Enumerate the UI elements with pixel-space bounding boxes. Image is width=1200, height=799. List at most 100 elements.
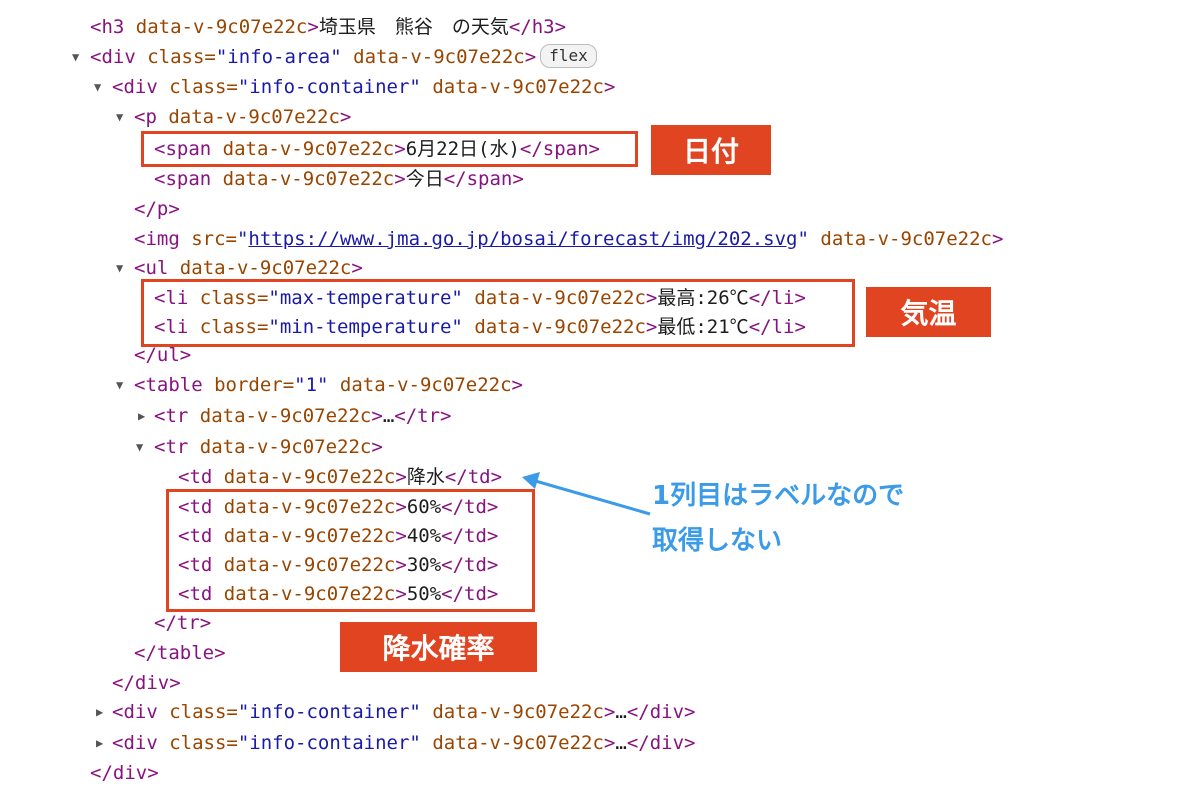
attr-value: "info-container": [237, 732, 421, 754]
attr-name: data-v-9c07e22c: [222, 168, 395, 190]
tag-end: </h3>: [508, 16, 567, 38]
dom-node-div-info-container-collapsed[interactable]: ▶ <div class="info-container" data-v-9c0…: [96, 728, 696, 758]
attr-name: data-v-9c07e22c: [808, 228, 992, 250]
arrow-head: [522, 472, 540, 489]
triangle-down-icon[interactable]: ▼: [94, 72, 101, 102]
tag-close-bracket: >: [371, 405, 383, 427]
attr-name: data-v-9c07e22c: [420, 701, 604, 723]
dom-node-div-info-container-collapsed[interactable]: ▶ <div class="info-container" data-v-9c0…: [96, 697, 696, 727]
tag-open: <span: [154, 168, 223, 190]
attr-name: data-v-9c07e22c: [420, 76, 604, 98]
dom-node-table-close[interactable]: </table>: [134, 638, 226, 668]
tag-end: </ul>: [134, 344, 192, 366]
flex-badge[interactable]: flex: [540, 44, 597, 68]
triangle-right-icon[interactable]: ▶: [96, 728, 103, 758]
attr-name: data-v-9c07e22c: [199, 405, 372, 427]
annotation-note-line2: 取得しない: [652, 526, 783, 556]
dom-node-tr-collapsed[interactable]: ▶ <tr data-v-9c07e22c>…</tr>: [138, 401, 451, 431]
tag-end: </div>: [626, 701, 696, 723]
precipitation-highlight-box: [166, 489, 535, 612]
attr-value: "info-area": [215, 46, 342, 68]
dom-node-p[interactable]: ▼ <p data-v-9c07e22c>: [116, 102, 352, 132]
date-annotation-label: 日付: [651, 125, 771, 175]
tag-open: <h3: [90, 16, 136, 38]
tag-open: <div: [112, 76, 170, 98]
tag-end: </td>: [444, 466, 503, 488]
tag-close-bracket: >: [371, 436, 383, 458]
tag-close-bracket: >: [603, 76, 616, 98]
dom-node-p-close[interactable]: </p>: [134, 194, 180, 224]
tag-open: <tr: [154, 436, 200, 458]
attr-value: "info-container": [237, 76, 421, 98]
ellipsis[interactable]: …: [615, 701, 626, 723]
dom-node-div-close[interactable]: </div>: [90, 758, 159, 788]
triangle-down-icon[interactable]: ▼: [72, 42, 79, 72]
tag-close-bracket: >: [307, 16, 319, 38]
attr-quote: ": [236, 228, 249, 250]
temperature-annotation-label: 気温: [866, 287, 991, 337]
triangle-down-icon[interactable]: ▼: [116, 102, 123, 132]
triangle-right-icon[interactable]: ▶: [138, 401, 145, 431]
tag-open: <img: [134, 228, 192, 250]
triangle-down-icon[interactable]: ▼: [116, 253, 123, 283]
ellipsis[interactable]: …: [383, 405, 394, 427]
tag-open: <div: [112, 701, 170, 723]
attr-name: src=: [191, 228, 237, 250]
dom-node-div-info-container[interactable]: ▼ <div class="info-container" data-v-9c0…: [94, 72, 616, 102]
dom-node-div-info-area[interactable]: ▼ <div class="info-area" data-v-9c07e22c…: [72, 42, 597, 72]
tag-close-bracket: >: [339, 106, 352, 128]
tag-close-bracket: >: [991, 228, 1004, 250]
tag-end: </span>: [443, 168, 524, 190]
attr-name: class=: [169, 701, 238, 723]
dom-node-table[interactable]: ▼ <table border="1" data-v-9c07e22c>: [116, 370, 523, 400]
triangle-down-icon[interactable]: ▼: [136, 432, 143, 462]
tag-open: <div: [90, 46, 148, 68]
arrow-shaft: [531, 478, 651, 516]
dom-node-tr-close[interactable]: </tr>: [154, 608, 211, 638]
tag-end: </div>: [626, 732, 696, 754]
tag-open: <tr: [154, 405, 200, 427]
dom-node-td-label[interactable]: <td data-v-9c07e22c>降水</td>: [178, 462, 502, 492]
tag-end: </p>: [134, 198, 180, 220]
tag-close-bracket: >: [603, 701, 616, 723]
node-text: 今日: [405, 168, 444, 190]
triangle-down-icon[interactable]: ▼: [116, 370, 123, 400]
dom-node-tr[interactable]: ▼ <tr data-v-9c07e22c>: [136, 432, 383, 462]
node-text: 埼玉県 熊谷 の天気: [318, 16, 509, 38]
img-src-link[interactable]: https://www.jma.go.jp/bosai/forecast/img…: [248, 228, 797, 250]
dom-node-div-close[interactable]: </div>: [112, 668, 181, 698]
attr-name: class=: [169, 732, 238, 754]
dom-node-img[interactable]: <img src="https://www.jma.go.jp/bosai/fo…: [134, 224, 1003, 254]
attr-name: data-v-9c07e22c: [199, 436, 372, 458]
attr-name: data-v-9c07e22c: [168, 106, 340, 128]
attr-name: data-v-9c07e22c: [135, 16, 308, 38]
dom-node-h3[interactable]: <h3 data-v-9c07e22c>埼玉県 熊谷 の天気</h3>: [90, 12, 566, 42]
tag-end: </div>: [90, 762, 159, 784]
precipitation-annotation-label: 降水確率: [340, 622, 537, 672]
tag-close-bracket: >: [603, 732, 616, 754]
tag-close-bracket: >: [395, 466, 407, 488]
dom-node-span-today[interactable]: <span data-v-9c07e22c>今日</span>: [154, 164, 524, 194]
date-highlight-box: [141, 131, 638, 167]
attr-quote: ": [797, 228, 809, 250]
tag-open: <td: [178, 466, 224, 488]
attr-value: "info-container": [237, 701, 421, 723]
attr-name: data-v-9c07e22c: [420, 732, 604, 754]
node-text: 降水: [406, 466, 445, 488]
tag-open: <table: [134, 374, 215, 396]
annotation-note-line1: 1列目はラベルなので: [652, 481, 905, 511]
attr-name: data-v-9c07e22c: [179, 257, 352, 279]
tag-open: <div: [112, 732, 170, 754]
attr-value: "1": [294, 374, 329, 396]
tag-open: <ul: [134, 257, 180, 279]
tag-end: </div>: [112, 672, 181, 694]
attr-name: border=: [214, 374, 295, 396]
tag-close-bracket: >: [351, 257, 363, 279]
tag-close-bracket: >: [524, 46, 537, 68]
tag-end: </table>: [134, 642, 226, 664]
attr-name: class=: [147, 46, 216, 68]
attr-name: class=: [169, 76, 238, 98]
attr-name: data-v-9c07e22c: [223, 466, 396, 488]
ellipsis[interactable]: …: [615, 732, 626, 754]
triangle-right-icon[interactable]: ▶: [96, 697, 103, 727]
